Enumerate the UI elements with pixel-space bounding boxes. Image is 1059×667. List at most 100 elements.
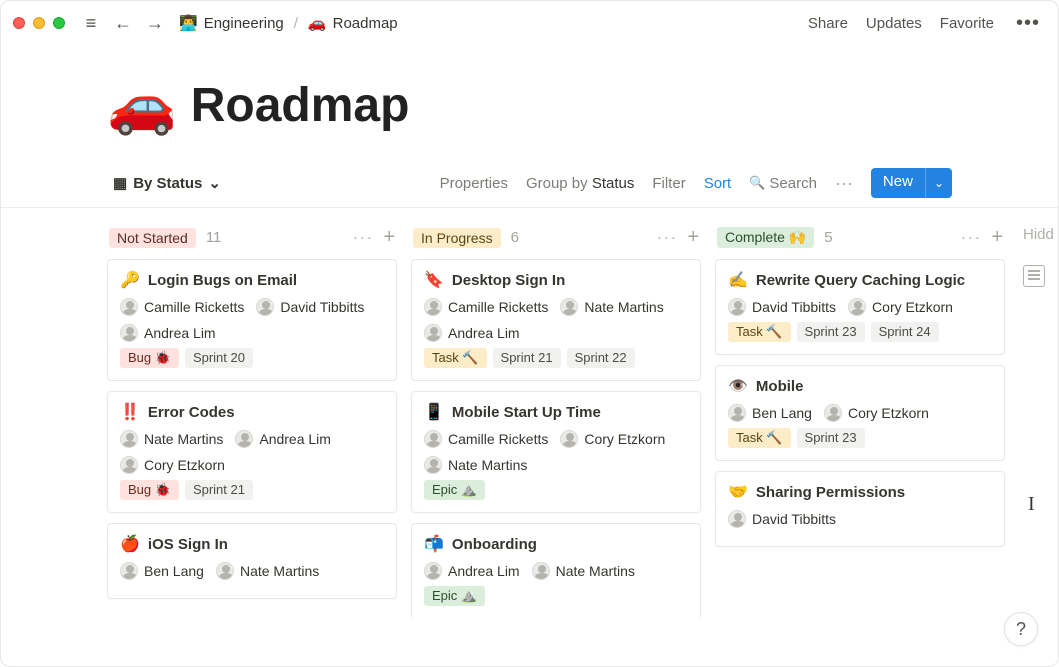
menu-icon[interactable]: ≡ <box>79 11 103 35</box>
board-card[interactable]: 🔖Desktop Sign InCamille RickettsNate Mar… <box>411 259 701 381</box>
board-card[interactable]: ‼️Error CodesNate MartinsAndrea LimCory … <box>107 391 397 513</box>
search-button[interactable]: 🔍 Search <box>749 175 817 192</box>
new-button-dropdown[interactable]: ⌄ <box>926 168 952 198</box>
person-name: Camille Ricketts <box>448 299 548 315</box>
avatar <box>424 562 442 580</box>
card-emoji-icon: 📬 <box>424 534 444 554</box>
board-card[interactable]: 🍎iOS Sign InBen LangNate Martins <box>107 523 397 599</box>
person-chip: David Tibbitts <box>728 510 836 528</box>
board-card[interactable]: ✍️Rewrite Query Caching Logic David Tibbi… <box>715 259 1005 355</box>
person-name: Andrea Lim <box>448 563 520 579</box>
column-add-icon[interactable]: + <box>687 226 699 249</box>
hidden-groups-column[interactable]: Hidd <box>1019 222 1058 617</box>
column-more-icon[interactable]: ··· <box>656 227 677 248</box>
board-card[interactable]: 📬OnboardingAndrea LimNate MartinsEpic ⛰️ <box>411 523 701 617</box>
column-status-tag[interactable]: Not Started <box>109 228 196 248</box>
person-chip: Cory Etzkorn <box>824 404 929 422</box>
breadcrumb-label: Engineering <box>204 15 284 32</box>
properties-button[interactable]: Properties <box>440 175 508 192</box>
card-emoji-icon: 👁️ <box>728 376 748 396</box>
avatar <box>120 430 138 448</box>
card-people: Camille RickettsCory EtzkornNate Martins <box>424 430 688 474</box>
new-button-main[interactable]: New <box>871 168 926 198</box>
column-add-icon[interactable]: + <box>383 226 395 249</box>
avatar <box>256 298 274 316</box>
avatar <box>424 298 442 316</box>
card-title: Mobile <box>756 378 804 395</box>
card-title-row: 📱Mobile Start Up Time <box>424 402 688 422</box>
nav-back-icon[interactable]: ← <box>111 11 135 35</box>
column-more-icon[interactable]: ··· <box>352 227 373 248</box>
filter-button[interactable]: Filter <box>652 175 685 192</box>
favorite-button[interactable]: Favorite <box>938 11 996 36</box>
card-title: Login Bugs on Email <box>148 272 297 289</box>
board-card[interactable]: 🔑Login Bugs on EmailCamille RickettsDavi… <box>107 259 397 381</box>
tag-chip: Bug 🐞 <box>120 480 179 500</box>
window-close-icon[interactable] <box>13 17 25 29</box>
breadcrumb: 👨‍💻 Engineering / 🚗 Roadmap <box>175 12 402 34</box>
board-card[interactable]: 🤝Sharing PermissionsDavid Tibbitts <box>715 471 1005 547</box>
breadcrumb-item-engineering[interactable]: 👨‍💻 Engineering <box>175 12 288 34</box>
page-title-row: 🚗 Roadmap <box>107 77 1058 133</box>
person-name: Ben Lang <box>752 405 812 421</box>
window-minimize-icon[interactable] <box>33 17 45 29</box>
person-name: Cory Etzkorn <box>872 299 953 315</box>
more-icon[interactable]: ••• <box>1010 10 1046 37</box>
window-zoom-icon[interactable] <box>53 17 65 29</box>
person-name: Cory Etzkorn <box>144 457 225 473</box>
breadcrumb-item-roadmap[interactable]: 🚗 Roadmap <box>304 12 402 34</box>
card-chips: Epic ⛰️ <box>424 586 688 606</box>
person-chip: Nate Martins <box>216 562 319 580</box>
sort-button[interactable]: Sort <box>704 175 732 192</box>
board-column: Complete 🙌5···+✍️Rewrite Query Caching L… <box>715 222 1005 617</box>
avatar <box>560 430 578 448</box>
tag-chip: Bug 🐞 <box>120 348 179 368</box>
help-button[interactable]: ? <box>1004 612 1038 646</box>
avatar <box>235 430 253 448</box>
text-cursor-icon <box>1028 493 1030 513</box>
avatar <box>824 404 842 422</box>
card-emoji-icon: 🍎 <box>120 534 140 554</box>
hidden-item-icon[interactable] <box>1023 265 1045 287</box>
avatar <box>848 298 866 316</box>
group-by-value: Status <box>592 175 635 192</box>
card-chips: Bug 🐞Sprint 21 <box>120 480 384 500</box>
person-name: David Tibbitts <box>752 299 836 315</box>
updates-button[interactable]: Updates <box>864 11 924 36</box>
share-button[interactable]: Share <box>806 11 850 36</box>
card-people: Ben Lang Cory Etzkorn <box>728 404 992 422</box>
avatar <box>216 562 234 580</box>
board-column: In Progress6···+🔖Desktop Sign InCamille … <box>411 222 701 617</box>
column-add-icon[interactable]: + <box>991 226 1003 249</box>
avatar <box>532 562 550 580</box>
person-name: Cory Etzkorn <box>848 405 929 421</box>
column-actions: ··· + <box>656 226 699 249</box>
card-chips: Task 🔨Sprint 23Sprint 24 <box>728 322 992 342</box>
person-name: Andrea Lim <box>448 325 520 341</box>
board-card[interactable]: 📱Mobile Start Up Time Camille RickettsCor… <box>411 391 701 513</box>
topbar: ≡ ← → 👨‍💻 Engineering / 🚗 Roadmap Share … <box>1 1 1058 45</box>
person-chip: Camille Ricketts <box>120 298 244 316</box>
view-switcher[interactable]: ▦ By Status ⌄ <box>107 170 227 196</box>
card-title-row: ✍️Rewrite Query Caching Logic <box>728 270 992 290</box>
person-name: Nate Martins <box>448 457 527 473</box>
column-more-icon[interactable]: ··· <box>960 227 981 248</box>
group-by-prefix: Group by <box>526 175 588 192</box>
card-people: David Tibbitts <box>728 510 992 528</box>
card-emoji-icon: 📱 <box>424 402 444 422</box>
column-status-tag[interactable]: Complete 🙌 <box>717 227 814 248</box>
page-title[interactable]: Roadmap <box>191 78 410 133</box>
nav-forward-icon[interactable]: → <box>143 11 167 35</box>
tag-chip: Epic ⛰️ <box>424 586 485 606</box>
view-more-icon[interactable]: ··· <box>835 173 853 194</box>
group-by-button[interactable]: Group by Status <box>526 175 634 192</box>
column-status-tag[interactable]: In Progress <box>413 228 501 248</box>
person-chip: Nate Martins <box>532 562 635 580</box>
person-name: Camille Ricketts <box>144 299 244 315</box>
engineering-icon: 👨‍💻 <box>179 14 198 32</box>
avatar <box>728 510 746 528</box>
board-card[interactable]: 👁️MobileBen LangCory EtzkornTask 🔨Sprint… <box>715 365 1005 461</box>
toolbar-right: Properties Group by Status Filter Sort 🔍… <box>440 168 952 198</box>
page-emoji-icon[interactable]: 🚗 <box>107 77 177 133</box>
card-people: Camille RickettsNate MartinsAndrea Lim <box>424 298 688 342</box>
